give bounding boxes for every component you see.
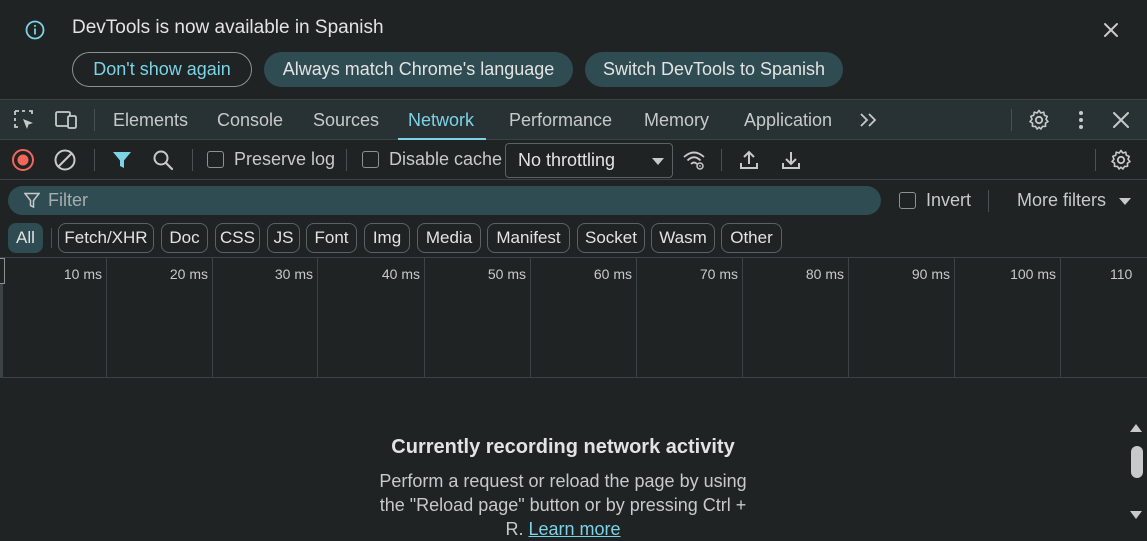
tick-line [106, 258, 107, 377]
chip-other[interactable]: Other [721, 223, 782, 253]
switch-to-spanish-button[interactable]: Switch DevTools to Spanish [585, 52, 843, 87]
kebab-menu-icon[interactable] [1069, 108, 1093, 132]
chip-fetch-xhr[interactable]: Fetch/XHR [58, 223, 154, 253]
toolbar-divider [1011, 109, 1012, 131]
chip-css[interactable]: CSS [215, 223, 260, 253]
filter-icon [24, 192, 40, 209]
resource-type-filters: All Fetch/XHR Doc CSS JS Font Img Media … [0, 221, 1147, 257]
tick-label: 60 ms [593, 266, 632, 282]
tick-line [954, 258, 955, 377]
infobar-message: DevTools is now available in Spanish [72, 17, 384, 38]
invert-label[interactable]: Invert [926, 190, 971, 211]
filter-icon[interactable] [110, 148, 134, 172]
tick-label: 50 ms [487, 266, 526, 282]
tick-label: 100 ms [1010, 266, 1056, 282]
network-conditions-icon[interactable] [682, 148, 706, 172]
dont-show-again-button[interactable]: Don't show again [72, 52, 252, 87]
learn-more-link[interactable]: Learn more [528, 519, 620, 539]
tab-elements[interactable]: Elements [113, 100, 188, 140]
more-filters-button[interactable]: More filters [1017, 190, 1106, 211]
tab-network[interactable]: Network [397, 100, 487, 140]
empty-state-title: Currently recording network activity [391, 436, 735, 458]
filter-row: Invert More filters [0, 181, 1147, 221]
network-overview-timeline[interactable]: 10 ms 20 ms 30 ms 40 ms 50 ms 60 ms 70 m… [0, 257, 1147, 378]
disable-cache-label[interactable]: Disable cache [389, 149, 502, 170]
tab-performance[interactable]: Performance [509, 100, 612, 140]
tab-memory[interactable]: Memory [644, 100, 709, 140]
more-tabs-icon[interactable] [857, 108, 881, 132]
scroll-down-arrow-icon[interactable] [1130, 511, 1142, 519]
close-devtools-icon[interactable] [1109, 108, 1133, 132]
chip-js[interactable]: JS [267, 223, 300, 253]
toolbar-divider [94, 109, 95, 131]
network-toolbar: Preserve log Disable cache No throttling [0, 140, 1147, 180]
tick-label: 110 [1110, 266, 1133, 282]
main-toolbar: Elements Console Sources Network Perform… [0, 99, 1147, 140]
disable-cache-checkbox[interactable] [362, 151, 379, 168]
tick-label: 40 ms [381, 266, 420, 282]
tick-line [848, 258, 849, 377]
empty-state-body: Perform a request or reload the page by … [370, 469, 756, 541]
chip-divider [51, 228, 52, 248]
tab-sources[interactable]: Sources [313, 100, 379, 140]
chip-socket[interactable]: Socket [577, 223, 645, 253]
import-har-icon[interactable] [737, 148, 761, 172]
tick-line [1060, 258, 1061, 377]
network-settings-icon[interactable] [1109, 148, 1133, 172]
toolbar-divider [192, 149, 193, 171]
chip-font[interactable]: Font [306, 223, 357, 253]
chevron-down-icon [1119, 198, 1131, 205]
tick-line [424, 258, 425, 377]
throttling-value: No throttling [518, 150, 616, 170]
settings-icon[interactable] [1027, 108, 1051, 132]
info-icon [25, 20, 45, 40]
preserve-log-checkbox[interactable] [207, 151, 224, 168]
tick-line [742, 258, 743, 377]
tick-line [212, 258, 213, 377]
chip-doc[interactable]: Doc [161, 223, 208, 253]
invert-checkbox[interactable] [899, 192, 916, 209]
device-toolbar-icon[interactable] [54, 108, 78, 132]
close-icon[interactable] [1099, 18, 1123, 42]
search-icon[interactable] [151, 148, 175, 172]
toolbar-divider [988, 190, 989, 212]
select-element-icon[interactable] [12, 108, 36, 132]
tick-label: 10 ms [63, 266, 102, 282]
timeline-range-edge [0, 284, 3, 377]
tick-label: 30 ms [274, 266, 313, 282]
tick-line [317, 258, 318, 377]
chevron-down-icon [652, 158, 664, 165]
chip-all[interactable]: All [8, 223, 43, 253]
export-har-icon[interactable] [779, 148, 803, 172]
tab-application[interactable]: Application [744, 100, 832, 140]
clear-icon[interactable] [53, 148, 77, 172]
chip-img[interactable]: Img [364, 223, 410, 253]
tick-label: 80 ms [805, 266, 844, 282]
tick-line [530, 258, 531, 377]
always-match-language-button[interactable]: Always match Chrome's language [264, 52, 573, 87]
toolbar-divider [346, 149, 347, 171]
chip-wasm[interactable]: Wasm [651, 223, 715, 253]
timeline-range-handle[interactable] [0, 258, 5, 284]
filter-box[interactable] [8, 186, 881, 215]
filter-input[interactable] [48, 186, 848, 215]
language-infobar: DevTools is now available in Spanish Don… [0, 0, 1147, 99]
tick-label: 70 ms [699, 266, 738, 282]
record-stop-icon[interactable] [11, 148, 35, 172]
chip-manifest[interactable]: Manifest [487, 223, 570, 253]
tab-console[interactable]: Console [217, 100, 283, 140]
chip-media[interactable]: Media [417, 223, 481, 253]
scrollbar-thumb[interactable] [1131, 446, 1143, 478]
preserve-log-label[interactable]: Preserve log [234, 149, 335, 170]
tick-label: 90 ms [911, 266, 950, 282]
scroll-up-arrow-icon[interactable] [1130, 424, 1142, 432]
tick-line [636, 258, 637, 377]
toolbar-divider [94, 149, 95, 171]
toolbar-divider [721, 149, 722, 171]
tick-label: 20 ms [169, 266, 208, 282]
toolbar-divider [1095, 149, 1096, 171]
throttling-select[interactable]: No throttling [505, 143, 673, 178]
